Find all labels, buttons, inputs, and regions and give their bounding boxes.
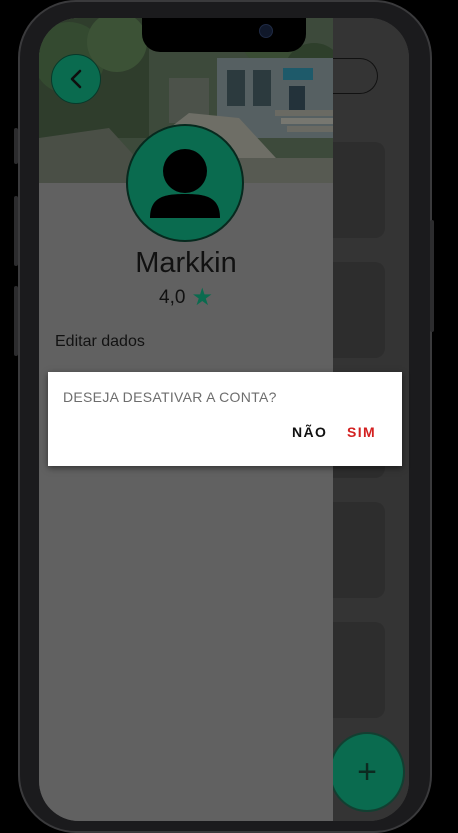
avatar[interactable] bbox=[126, 124, 244, 242]
phone-side-button bbox=[430, 220, 434, 332]
phone-notch bbox=[142, 18, 306, 52]
edit-profile-link[interactable]: Editar dados bbox=[55, 333, 145, 351]
phone-side-button bbox=[14, 196, 18, 266]
background-card bbox=[333, 622, 385, 718]
phone-side-button bbox=[14, 286, 18, 356]
chevron-left-icon bbox=[70, 69, 82, 89]
deactivate-account-dialog: DESEJA DESATIVAR A CONTA? NÃO SIM bbox=[48, 372, 402, 466]
background-card bbox=[333, 502, 385, 598]
no-button[interactable]: NÃO bbox=[292, 424, 327, 440]
star-icon: ★ bbox=[191, 284, 213, 311]
background-card bbox=[333, 142, 385, 238]
phone-side-button bbox=[14, 128, 18, 164]
yes-button[interactable]: SIM bbox=[347, 424, 376, 440]
profile-rating: 4,0 ★ bbox=[39, 286, 333, 310]
camera-icon bbox=[259, 24, 273, 38]
background-card bbox=[333, 262, 385, 358]
person-icon bbox=[150, 149, 220, 218]
rating-value: 4,0 bbox=[159, 287, 186, 308]
plus-icon: + bbox=[357, 752, 377, 791]
dialog-message: DESEJA DESATIVAR A CONTA? bbox=[63, 389, 277, 405]
profile-name: Markkin bbox=[135, 247, 237, 279]
add-button[interactable]: + bbox=[329, 732, 405, 812]
background-search-field bbox=[333, 58, 378, 94]
back-button[interactable] bbox=[51, 54, 101, 104]
